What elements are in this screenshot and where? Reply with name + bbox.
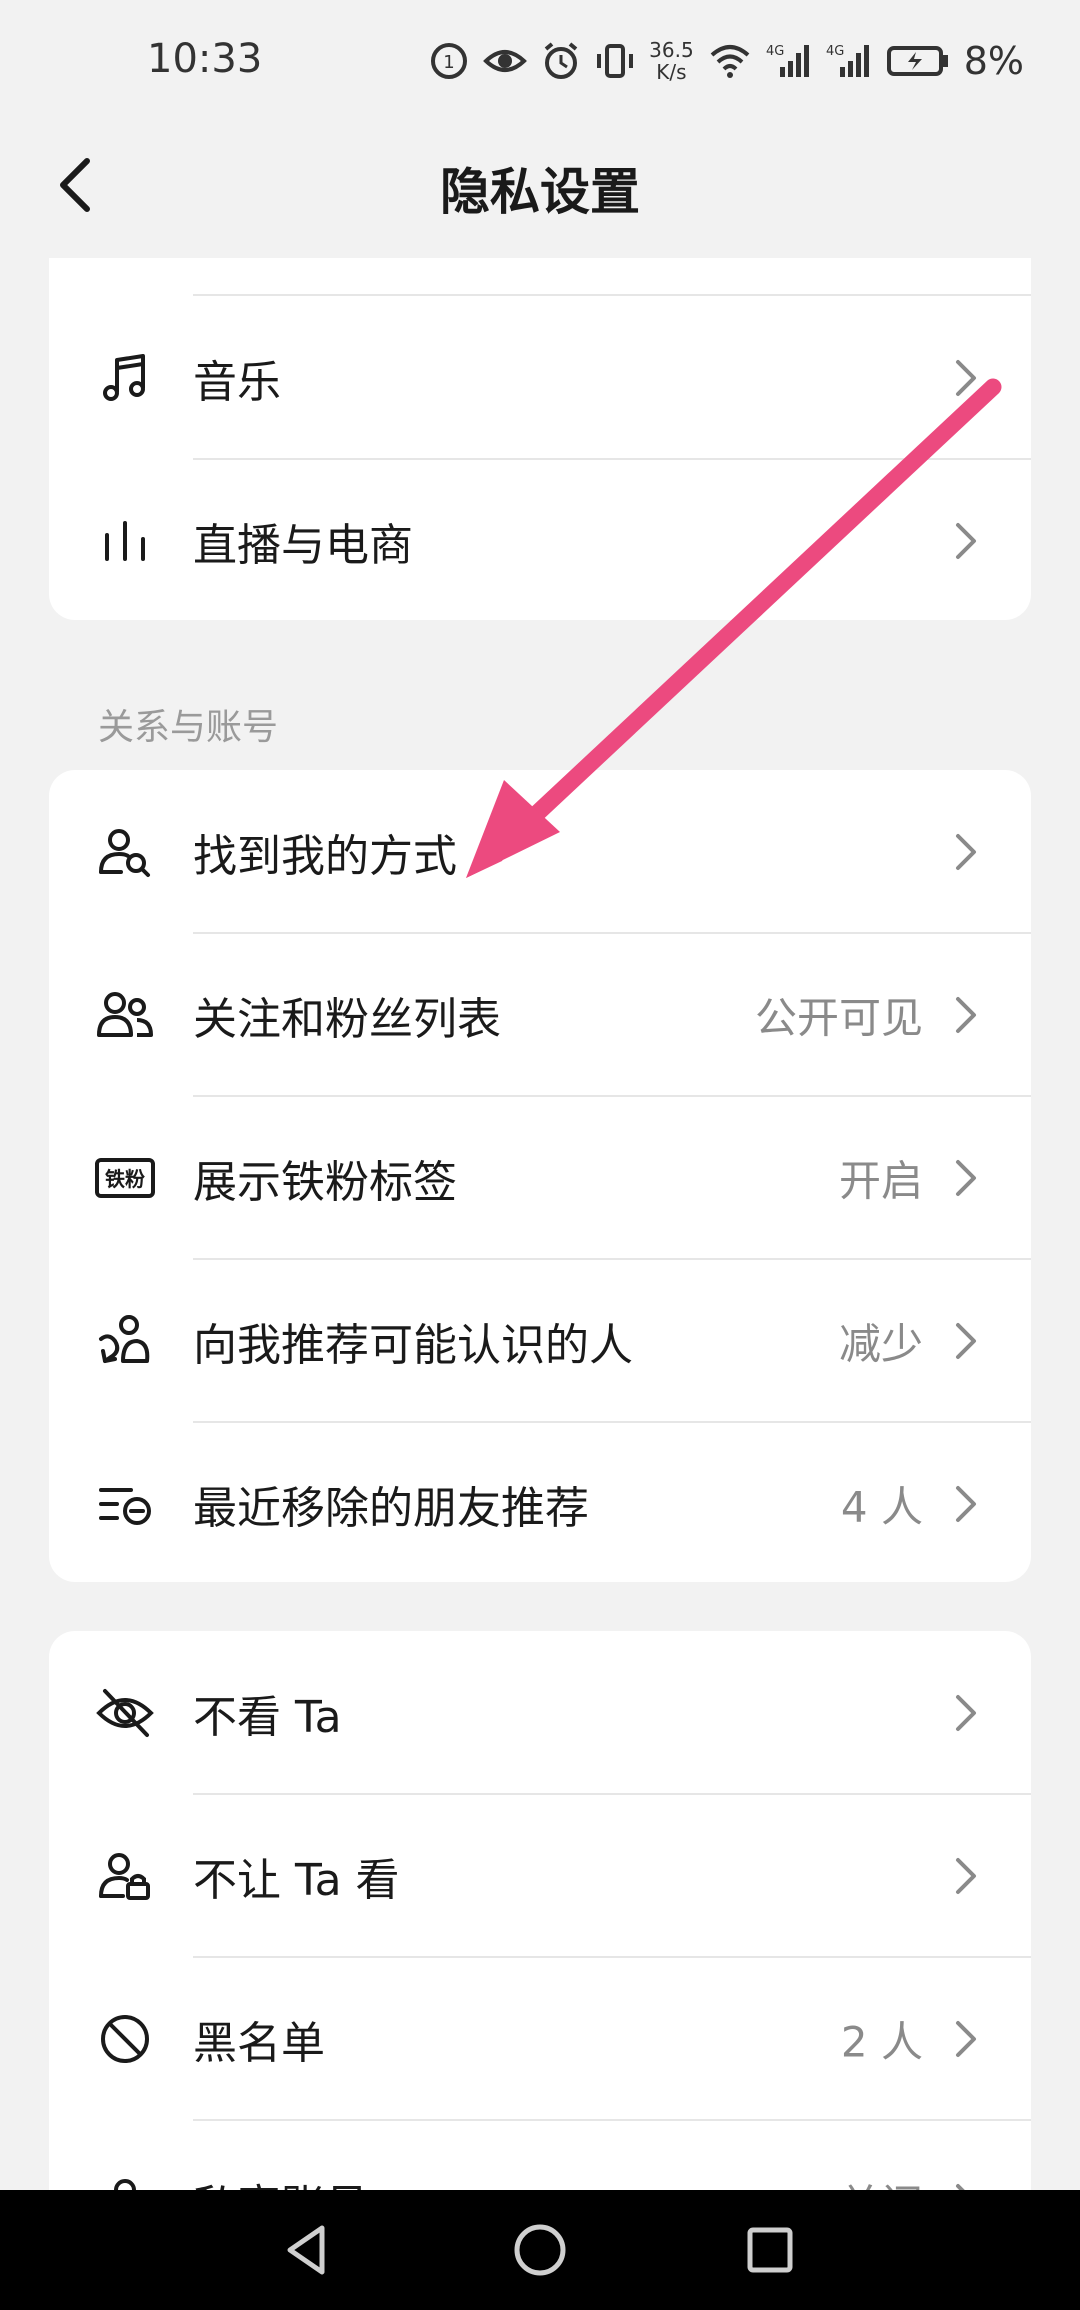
- row-dont-let-ta-see[interactable]: 不让 Ta 看: [49, 1794, 1031, 1957]
- status-time: 10:33: [147, 36, 263, 82]
- wifi-icon: [708, 41, 752, 81]
- row-value: 2 人: [840, 2017, 923, 2066]
- triangle-back-icon: [287, 2225, 325, 2275]
- svg-text:4G: 4G: [766, 44, 784, 59]
- row-label: 直播与电商: [193, 519, 413, 571]
- music-note-icon: [95, 348, 155, 408]
- block-icon: [95, 2009, 155, 2069]
- row-private-account[interactable]: 私密账号 关闭: [49, 2120, 1031, 2190]
- row-value: 公开可见: [754, 993, 923, 1042]
- row-label: 不让 Ta 看: [193, 1854, 400, 1906]
- svg-text:1: 1: [443, 52, 454, 73]
- chevron-right-icon: [956, 2020, 976, 2057]
- eye-icon: [483, 41, 528, 81]
- row-blacklist[interactable]: 黑名单 2 人: [49, 1957, 1031, 2120]
- signal-icon-2: 4G: [826, 41, 872, 81]
- row-live-commerce[interactable]: 直播与电商: [49, 459, 1031, 620]
- nav-back-button[interactable]: [268, 2210, 348, 2290]
- row-follow-fans-list[interactable]: 关注和粉丝列表 公开可见: [49, 933, 1031, 1096]
- status-icons: 1 36.5 K/s 4G 4G 8%: [429, 36, 1024, 86]
- person-link-icon: [95, 1311, 155, 1371]
- row-find-me[interactable]: 找到我的方式: [49, 770, 1031, 933]
- fan-badge-icon: 铁粉: [95, 1148, 155, 1208]
- row-label: 不看 Ta: [193, 1691, 342, 1743]
- chevron-right-icon: [956, 996, 976, 1033]
- row-label: 私密账号: [193, 2170, 369, 2191]
- nav-home-button[interactable]: [500, 2210, 580, 2290]
- chevron-right-icon: [956, 522, 976, 559]
- person-lock-icon: [95, 1846, 155, 1906]
- chevron-right-icon: [956, 1485, 976, 1522]
- card-block-settings: 不看 Ta 不让 Ta 看 黑名单 2 人 私密账号 关闭: [49, 1631, 1031, 2190]
- chevron-right-icon: [956, 1322, 976, 1359]
- row-label: 关注和粉丝列表: [193, 993, 501, 1045]
- square-recents-icon: [747, 2227, 793, 2273]
- row-label: 找到我的方式: [193, 830, 457, 882]
- row-value: 减少: [838, 1319, 923, 1368]
- row-recommend-people[interactable]: 向我推荐可能认识的人 减少: [49, 1259, 1031, 1422]
- row-label: 展示铁粉标签: [193, 1156, 457, 1208]
- row-value: 关闭: [839, 2171, 923, 2190]
- network-speed: 36.5 K/s: [649, 38, 694, 84]
- private-account-icon: [95, 2172, 155, 2190]
- row-fan-badge[interactable]: 铁粉 展示铁粉标签 开启: [49, 1096, 1031, 1259]
- chevron-right-icon: [956, 2183, 966, 2190]
- fan-badge-text: 铁粉: [105, 1167, 145, 1191]
- system-nav-bar: [0, 2190, 1080, 2310]
- row-label: 最近移除的朋友推荐: [193, 1482, 589, 1534]
- card-relations: 找到我的方式 关注和粉丝列表 公开可见 铁粉 展示铁粉标签 开启 向我推荐可能认…: [49, 770, 1031, 1582]
- row-label: 音乐: [193, 356, 281, 408]
- live-bars-icon: [95, 511, 155, 571]
- chevron-right-icon: [956, 1694, 976, 1731]
- chevron-right-icon: [956, 1857, 976, 1894]
- list-remove-icon: [95, 1474, 155, 1534]
- chevron-right-icon: [956, 359, 976, 396]
- svg-text:4G: 4G: [826, 44, 844, 59]
- battery-percent: 8%: [963, 39, 1024, 83]
- battery-icon: [886, 41, 950, 81]
- signal-icon-1: 4G: [766, 41, 812, 81]
- row-value: 4 人: [840, 1482, 923, 1531]
- row-value: 开启: [838, 1156, 923, 1205]
- status-bar: 10:33 1 36.5 K/s 4G 4G 8%: [0, 0, 1080, 130]
- card-content-settings: 音乐 直播与电商: [49, 258, 1031, 620]
- row-label: 黑名单: [193, 2017, 325, 2069]
- header: 隐私设置: [0, 130, 1080, 240]
- vibrate-icon: [595, 41, 635, 81]
- page-title: 隐私设置: [440, 163, 640, 221]
- row-removed-recommendations[interactable]: 最近移除的朋友推荐 4 人: [49, 1422, 1031, 1582]
- row-label: 向我推荐可能认识的人: [193, 1319, 633, 1371]
- eye-off-icon: [95, 1683, 155, 1743]
- chevron-right-icon: [956, 833, 976, 870]
- people-icon: [95, 985, 155, 1045]
- row-hide-ta[interactable]: 不看 Ta: [49, 1631, 1031, 1794]
- alarm-icon: [541, 41, 581, 81]
- chevron-right-icon: [956, 1159, 976, 1196]
- nav-recents-button[interactable]: [730, 2210, 810, 2290]
- section-title-relations: 关系与账号: [98, 707, 279, 748]
- person-search-icon: [95, 822, 155, 882]
- circle-home-icon: [514, 2224, 566, 2276]
- data-saver-icon: 1: [429, 41, 469, 81]
- row-music[interactable]: 音乐: [49, 296, 1031, 459]
